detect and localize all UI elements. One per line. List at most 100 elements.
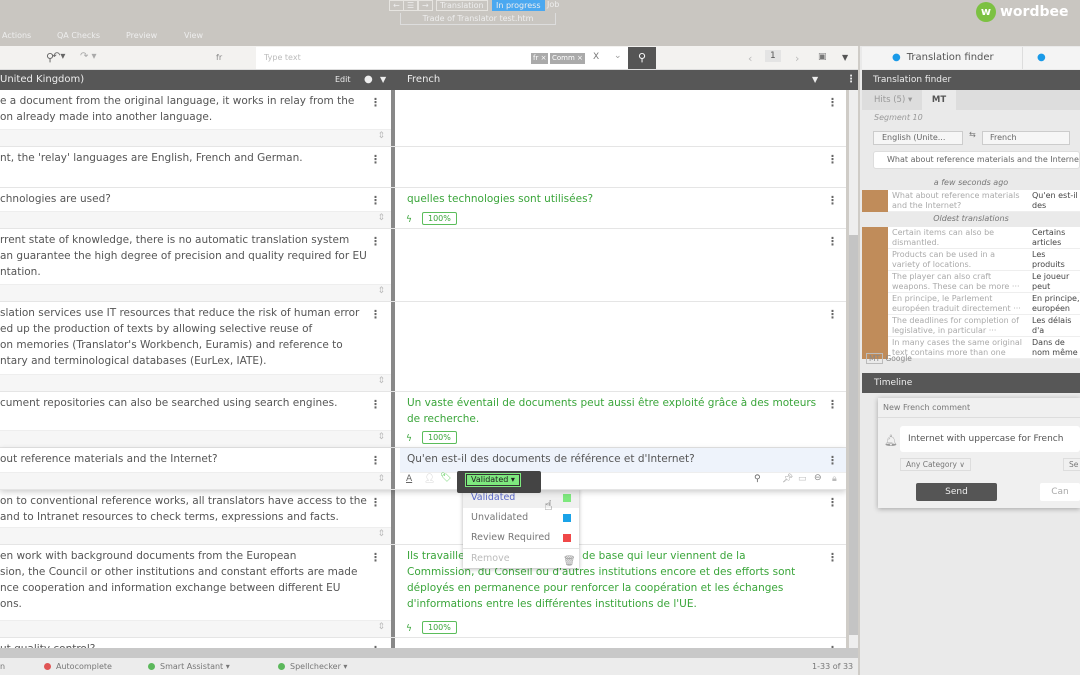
source-cell[interactable]: cument repositories can also be searched… xyxy=(0,392,395,447)
segment-row[interactable]: nt, the 'relay' languages are English, F… xyxy=(0,147,846,188)
drag-handle-icon[interactable]: ⇕ xyxy=(377,432,385,442)
next-page-button[interactable]: › xyxy=(795,52,799,65)
horizontal-scrollbar[interactable] xyxy=(0,648,858,658)
status-select[interactable]: Validated ▾ xyxy=(465,473,521,487)
tab-hits[interactable]: Hits (5) ▾ xyxy=(864,90,921,110)
trash-icon[interactable]: 🗑︎ xyxy=(563,552,576,567)
more-icon[interactable]: ⋮ xyxy=(827,96,838,109)
segment-row[interactable]: out reference materials and the Internet… xyxy=(0,448,846,493)
bell-icon[interactable]: 🔔︎ xyxy=(884,434,898,447)
swap-icon[interactable]: ⇆ xyxy=(969,130,976,139)
more-icon[interactable]: ⋮ xyxy=(827,235,838,248)
drag-handle-icon[interactable]: ⇕ xyxy=(377,529,385,539)
search-button[interactable]: ⚲ xyxy=(628,47,656,69)
more-icon[interactable]: ⋮ xyxy=(370,194,381,207)
status-autocomplete[interactable]: Autocomplete xyxy=(44,658,112,675)
status-option-unvalidated[interactable]: Unvalidated xyxy=(463,508,579,528)
source-cell[interactable]: en work with background documents from t… xyxy=(0,545,395,637)
text-format-icon[interactable]: A xyxy=(406,474,412,484)
undo-button[interactable]: ↶▾ xyxy=(52,51,65,62)
source-cell[interactable]: nt, the 'relay' languages are English, F… xyxy=(0,147,395,187)
segment-row[interactable]: slation services use IT resources that r… xyxy=(0,302,846,392)
lock-icon[interactable]: 🔒︎ xyxy=(832,474,837,484)
clear-button[interactable]: X xyxy=(593,52,599,62)
pin-icon[interactable]: 📌︎ xyxy=(782,474,793,484)
menu-preview[interactable]: Preview xyxy=(126,31,157,40)
segment-row[interactable]: en work with background documents from t… xyxy=(0,545,846,638)
source-cell[interactable]: ut quality control?⋮ xyxy=(0,638,395,648)
segment-row[interactable]: rrent state of knowledge, there is no au… xyxy=(0,229,846,302)
more-icon[interactable]: ⋮ xyxy=(370,235,381,248)
more-icon[interactable]: ⋮ xyxy=(827,194,838,207)
menu-qa-checks[interactable]: QA Checks xyxy=(57,31,100,40)
more-icon[interactable]: ⋮ xyxy=(827,398,838,411)
view-icon[interactable]: ▣ xyxy=(818,52,827,62)
target-cell[interactable]: ⋮ xyxy=(400,638,846,648)
menu-view[interactable]: View xyxy=(184,31,203,40)
source-cell[interactable]: slation services use IT resources that r… xyxy=(0,302,395,391)
select-button[interactable]: Se xyxy=(1063,458,1080,471)
prev-page-button[interactable]: ‹ xyxy=(748,52,752,65)
segment-row[interactable]: cument repositories can also be searched… xyxy=(0,392,846,448)
search-icon[interactable]: ⚲ xyxy=(754,474,761,484)
target-cell[interactable]: ⋮ xyxy=(400,302,846,391)
more-icon[interactable]: ⋮ xyxy=(827,551,838,564)
chevron-down-icon[interactable]: ▼ xyxy=(842,53,848,62)
circle-icon[interactable]: ● xyxy=(364,70,373,90)
vertical-scrollbar[interactable] xyxy=(849,90,858,648)
chevron-down-icon[interactable]: ▼ xyxy=(380,70,386,90)
source-cell[interactable]: out reference materials and the Internet… xyxy=(0,448,395,489)
more-icon[interactable]: ⋮ xyxy=(827,454,838,467)
more-icon[interactable]: ⋮ xyxy=(370,496,381,509)
comment-input[interactable]: Internet with uppercase for French xyxy=(900,426,1080,452)
more-icon[interactable]: ⋮ xyxy=(827,153,838,166)
forward-button[interactable]: → xyxy=(418,0,433,11)
target-cell[interactable]: quelles technologies sont utilisées? ⋮ ϟ 10… xyxy=(400,188,846,228)
comment-icon[interactable]: ▭ xyxy=(798,474,807,484)
menu-actions[interactable]: Actions xyxy=(2,31,31,40)
segment-row[interactable]: e a document from the original language,… xyxy=(0,90,846,147)
source-cell[interactable]: chnologies are used? ⋮ ⇕ xyxy=(0,188,395,228)
segment-row[interactable]: on to conventional reference works, all … xyxy=(0,490,846,545)
more-icon[interactable]: ⋮ xyxy=(370,96,381,109)
segment-row[interactable]: ut quality control?⋮ ⋮ xyxy=(0,638,846,648)
source-cell[interactable]: e a document from the original language,… xyxy=(0,90,395,146)
target-language-select[interactable]: French xyxy=(982,131,1070,145)
category-select[interactable]: Any Category ∨ xyxy=(900,458,971,471)
target-cell[interactable]: ⋮ xyxy=(400,90,846,146)
more-icon[interactable]: ⋮ xyxy=(370,454,381,467)
more-icon[interactable]: ⋮ xyxy=(827,496,838,509)
query-input[interactable]: What about reference materials and the I… xyxy=(873,151,1080,169)
edit-button[interactable]: Edit xyxy=(335,70,351,90)
list-button[interactable]: ☰ xyxy=(403,0,419,11)
tag-icon[interactable]: 🏷︎ xyxy=(440,473,451,483)
translation-hit[interactable]: The deadlines for completion of legislat… xyxy=(862,315,1080,337)
target-cell[interactable]: Qu'en est-il des documents de référence … xyxy=(400,448,846,472)
target-cell[interactable]: ⋮ xyxy=(400,147,846,187)
filter-chip[interactable]: fr × xyxy=(531,53,549,64)
drag-handle-icon[interactable]: ⇕ xyxy=(377,131,385,141)
translation-hit[interactable]: Certain items can also be dismantled. Cer… xyxy=(862,227,1080,249)
cancel-button[interactable]: Can xyxy=(1040,483,1080,501)
drag-handle-icon[interactable]: ⇕ xyxy=(377,213,385,223)
more-icon[interactable]: ⋮ xyxy=(370,308,381,321)
language-filter[interactable]: fr xyxy=(216,53,222,62)
translation-hit[interactable]: What about reference materials and the I… xyxy=(862,190,1080,212)
translation-hit[interactable]: En principe, le Parlement européen tradu… xyxy=(862,293,1080,315)
status-option-remove[interactable]: Remove 🗑︎ xyxy=(463,548,579,568)
tab-mt[interactable]: MT xyxy=(922,90,956,110)
more-icon[interactable]: ⋮ xyxy=(370,153,381,166)
page-number[interactable]: 1 xyxy=(765,50,781,62)
source-cell[interactable]: rrent state of knowledge, there is no au… xyxy=(0,229,395,301)
translation-hit[interactable]: The player can also craft weapons. These… xyxy=(862,271,1080,293)
chevron-down-icon[interactable]: ▼ xyxy=(812,70,818,90)
back-button[interactable]: ← xyxy=(389,0,404,11)
minus-circle-icon[interactable]: ⊖ xyxy=(814,473,822,483)
tab-translation-finder[interactable]: ● Translation finder ● xyxy=(862,47,1080,69)
source-language-select[interactable]: English (Unite... xyxy=(873,131,963,145)
redo-button[interactable]: ↷ ▾ xyxy=(80,51,97,62)
status-option-review-required[interactable]: Review Required xyxy=(463,528,579,548)
target-cell[interactable]: ⋮ xyxy=(400,229,846,301)
drag-handle-icon[interactable]: ⇕ xyxy=(377,622,385,632)
more-icon[interactable]: ⋮ xyxy=(370,551,381,564)
